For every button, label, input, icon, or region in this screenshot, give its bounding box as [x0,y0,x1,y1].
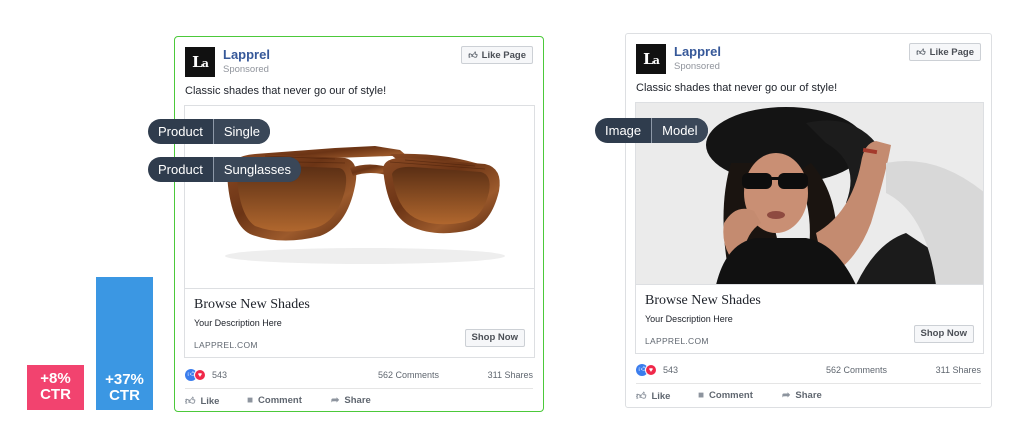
brand-name[interactable]: Lapprel [223,47,270,62]
comment-label: Comment [258,395,302,406]
share-arrow-icon: ➦ [331,395,340,406]
comment-button[interactable]: ■ Comment [247,395,302,406]
share-button[interactable]: ➦ Share [331,395,371,406]
ad-caption: Classic shades that never go our of styl… [185,85,387,97]
tag-value: Model [652,118,708,143]
share-arrow-icon: ➦ [782,390,791,401]
comment-label: Comment [709,390,753,401]
action-bar: 👍︎ Like ■ Comment ➦ Share [185,388,533,410]
tag-key: Product [158,162,203,177]
like-label: Like [651,390,671,402]
shop-now-button[interactable]: Shop Now [464,329,525,347]
tag-value: Sunglasses [213,157,302,182]
brand-name[interactable]: Lapprel [674,44,721,59]
ad-card-product: La Lapprel Sponsored 👍︎ Like Page Classi… [174,36,544,412]
link-description: Your Description Here [645,314,733,324]
sponsored-label: Sponsored [674,61,720,72]
like-button[interactable]: 👍︎ Like [185,395,220,408]
ctr-lift-value: +8% [40,370,71,387]
reaction-icons[interactable]: 👍︎ ♥ [185,369,207,381]
link-preview[interactable]: Browse New Shades Your Description Here … [184,288,535,358]
action-bar: 👍︎ Like ■ Comment ➦ Share [636,383,981,405]
link-title: Browse New Shades [194,297,310,312]
ctr-lift-label: CTR [40,385,71,403]
like-page-button[interactable]: 👍︎ Like Page [909,43,981,61]
brand-logo[interactable]: La [636,44,666,74]
engagement-stats: 👍︎ ♥ 543 562 Comments 311 Shares [636,362,981,378]
comment-bubble-icon: ■ [247,395,254,406]
thumbs-up-icon: 👍︎ [185,396,196,407]
thumbs-up-icon: 👍︎ [468,49,478,60]
comment-button[interactable]: ■ Comment [698,390,753,401]
ctr-lift-label: CTR [109,386,140,404]
comment-bubble-icon: ■ [698,390,705,401]
like-button[interactable]: 👍︎ Like [636,390,671,403]
comment-count[interactable]: 562 Comments [826,365,887,375]
like-label: Like [200,395,220,407]
comment-count[interactable]: 562 Comments [378,370,439,380]
tag-product-sunglasses: Product Sunglasses [148,157,302,182]
shop-now-button[interactable]: Shop Now [913,325,974,343]
share-label: Share [795,390,822,401]
ad-card-model: La Lapprel Sponsored 👍︎ Like Page Classi… [625,33,992,408]
link-description: Your Description Here [194,318,282,328]
like-page-label: Like Page [481,49,526,61]
tag-product-single: Product Single [148,119,270,144]
tag-image-model: Image Model [595,118,708,143]
like-page-label: Like Page [929,46,974,58]
tag-key: Product [158,124,203,139]
reaction-count[interactable]: 543 [212,370,227,380]
ctr-lift-bar-right: +37% CTR [96,277,153,410]
reaction-count[interactable]: 543 [663,365,678,375]
share-count[interactable]: 311 Shares [936,365,981,375]
ad-caption: Classic shades that never go our of styl… [636,82,838,94]
link-preview[interactable]: Browse New Shades Your Description Here … [635,284,984,354]
share-label: Share [344,395,371,406]
thumbs-up-icon: 👍︎ [636,391,647,402]
share-button[interactable]: ➦ Share [782,390,822,401]
tag-value: Single [213,119,270,144]
engagement-stats: 👍︎ ♥ 543 562 Comments 311 Shares [185,367,533,383]
ctr-lift-bar-left: +8% CTR [27,365,84,410]
link-title: Browse New Shades [645,293,761,308]
share-count[interactable]: 311 Shares [488,370,533,380]
tag-key: Image [605,123,642,138]
link-domain: LAPPREL.COM [194,340,258,350]
thumbs-up-icon: 👍︎ [916,46,926,57]
link-domain: LAPPREL.COM [645,336,709,346]
sponsored-label: Sponsored [223,64,269,75]
brand-logo[interactable]: La [185,47,215,77]
love-reaction-icon: ♥ [194,369,206,381]
reaction-icons[interactable]: 👍︎ ♥ [636,364,658,376]
love-reaction-icon: ♥ [645,364,657,376]
like-page-button[interactable]: 👍︎ Like Page [461,46,533,64]
ctr-lift-value: +37% [105,371,144,388]
